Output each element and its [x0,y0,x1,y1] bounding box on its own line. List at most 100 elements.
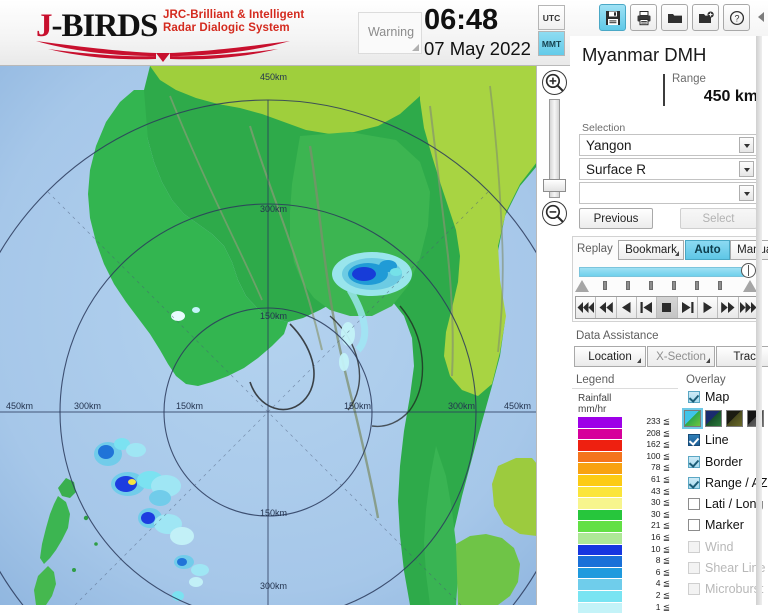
legend-threshold-value: 78 ≦ [626,462,670,473]
zoom-in-icon [543,71,566,94]
bookmark-dropdown-button[interactable]: Bookmark [618,240,684,260]
zoom-in-button[interactable] [542,70,567,95]
map-style-color[interactable] [684,410,701,427]
chevron-down-icon[interactable] [739,137,754,153]
replay-timeline-slider[interactable] [579,267,747,277]
map-zoom-control[interactable] [538,66,570,230]
zoom-out-icon [543,202,566,225]
checkbox-icon[interactable] [688,391,700,403]
selection-site-dropdown[interactable]: Yangon [579,134,757,156]
legend-color-swatch [578,429,622,440]
app-logo: J-BIRDS JRC-Brilliant & Intelligent Rada… [8,2,308,64]
location-button[interactable]: Location [574,346,646,367]
overlay-item-label: Line [705,431,729,449]
legend-threshold-value: 21 ≦ [626,520,670,531]
checkbox-icon[interactable] [688,498,700,510]
map-style-swatches [684,410,764,427]
step-back-button[interactable] [617,297,637,318]
legend-threshold-value: 1 ≦ [626,602,670,613]
fast-forward-button[interactable] [718,297,738,318]
legend-threshold-value: 30 ≦ [626,497,670,508]
bird-wings-icon [18,40,308,62]
selection-extra-dropdown[interactable] [579,182,757,204]
checkbox-icon[interactable] [688,477,700,489]
zoom-out-button[interactable] [542,201,567,226]
overlay-item-line[interactable]: Line [684,431,762,452]
panel-scrollbar[interactable] [756,36,762,605]
logo-tagline: JRC-Brilliant & Intelligent Radar Dialog… [163,9,304,35]
logo-letter-j: J [36,8,52,44]
overlay-item-border[interactable]: Border [684,453,762,474]
legend-threshold-value: 233 ≦ [626,416,670,427]
play-button[interactable] [698,297,718,318]
timezone-utc-button[interactable]: UTC [538,5,565,30]
legend-threshold-value: 4 ≦ [626,578,670,589]
svg-text:300km: 300km [74,401,101,411]
warning-resize-corner [412,44,419,51]
stop-icon [661,302,672,313]
help-button[interactable]: ? [723,4,750,31]
prev-frame-button[interactable] [637,297,657,318]
zoom-slider-thumb[interactable] [543,179,566,192]
logo-tagline-line2: Radar Dialogic System [163,22,304,35]
legend-threshold-value: 8 ≦ [626,555,670,566]
legend-threshold-value: 162 ≦ [626,439,670,450]
checkbox-icon [688,541,700,553]
stop-button[interactable] [657,297,677,318]
replay-timeline-handle[interactable] [741,263,756,278]
legend-color-swatch [578,463,622,474]
timezone-mmt-button[interactable]: MMT [538,31,565,56]
overlay-item-label: Map [705,388,729,406]
overlay-item-marker[interactable]: Marker [684,516,762,537]
open-folder-button[interactable] [661,4,688,31]
overlay-item-range-az[interactable]: Range / AZ [684,474,762,495]
save-button[interactable] [599,4,626,31]
skip-end-icon [740,302,757,313]
skip-start-button[interactable] [576,297,596,318]
checkbox-icon [688,562,700,574]
timeline-tick [649,281,653,290]
data-assistance-label: Data Assistance [576,330,658,342]
print-button[interactable] [630,4,657,31]
checkbox-icon[interactable] [688,456,700,468]
chevron-down-icon[interactable] [739,185,754,201]
legend-units-line2: mm/hr [578,404,611,415]
overlay-item-lati-long[interactable]: Lati / Long [684,495,762,516]
radar-map[interactable]: 450km 300km 150km 150km 300km 450km 450k… [0,66,537,605]
skip-start-icon [577,302,594,313]
selection-product-dropdown[interactable]: Surface R [579,158,757,180]
overlay-label: Overlay [686,374,726,386]
map-style-olive[interactable] [726,410,743,427]
rewind-button[interactable] [596,297,616,318]
header-toolbar: ? [599,4,750,34]
timeline-tick [695,281,699,290]
select-button: Select [680,208,757,229]
replay-transport-controls [575,296,759,319]
chevron-down-icon[interactable] [739,161,754,177]
overlay-item-map[interactable]: Map [684,388,762,409]
timeline-tick [626,281,630,290]
svg-text:450km: 450km [504,401,531,411]
replay-label: Replay [577,243,613,255]
svg-text:150km: 150km [260,508,287,518]
print-icon [636,10,652,26]
checkbox-icon[interactable] [688,519,700,531]
open-folder-icon [667,10,683,26]
x-section-button[interactable]: X-Section [647,346,715,367]
timeline-tick [603,281,607,290]
next-frame-button[interactable] [678,297,698,318]
replay-auto-button[interactable]: Auto [685,240,730,260]
range-label: Range [672,73,706,85]
map-style-navy[interactable] [705,410,722,427]
add-folder-button[interactable] [692,4,719,31]
checkbox-icon[interactable] [688,434,700,446]
add-folder-icon [698,10,714,26]
previous-button[interactable]: Previous [579,208,653,229]
replay-manual-button[interactable]: Manual [730,240,768,260]
legend-units-title: Rainfall mm/hr [578,393,611,415]
legend-scale: 233 ≦208 ≦162 ≦100 ≦78 ≦61 ≦43 ≦30 ≦30 ≦… [578,417,678,614]
checkbox-icon [688,583,700,595]
timeline-tick [718,281,722,290]
panel-collapse-arrow-icon[interactable] [758,12,764,22]
timeline-end-marker-icon [743,280,757,292]
